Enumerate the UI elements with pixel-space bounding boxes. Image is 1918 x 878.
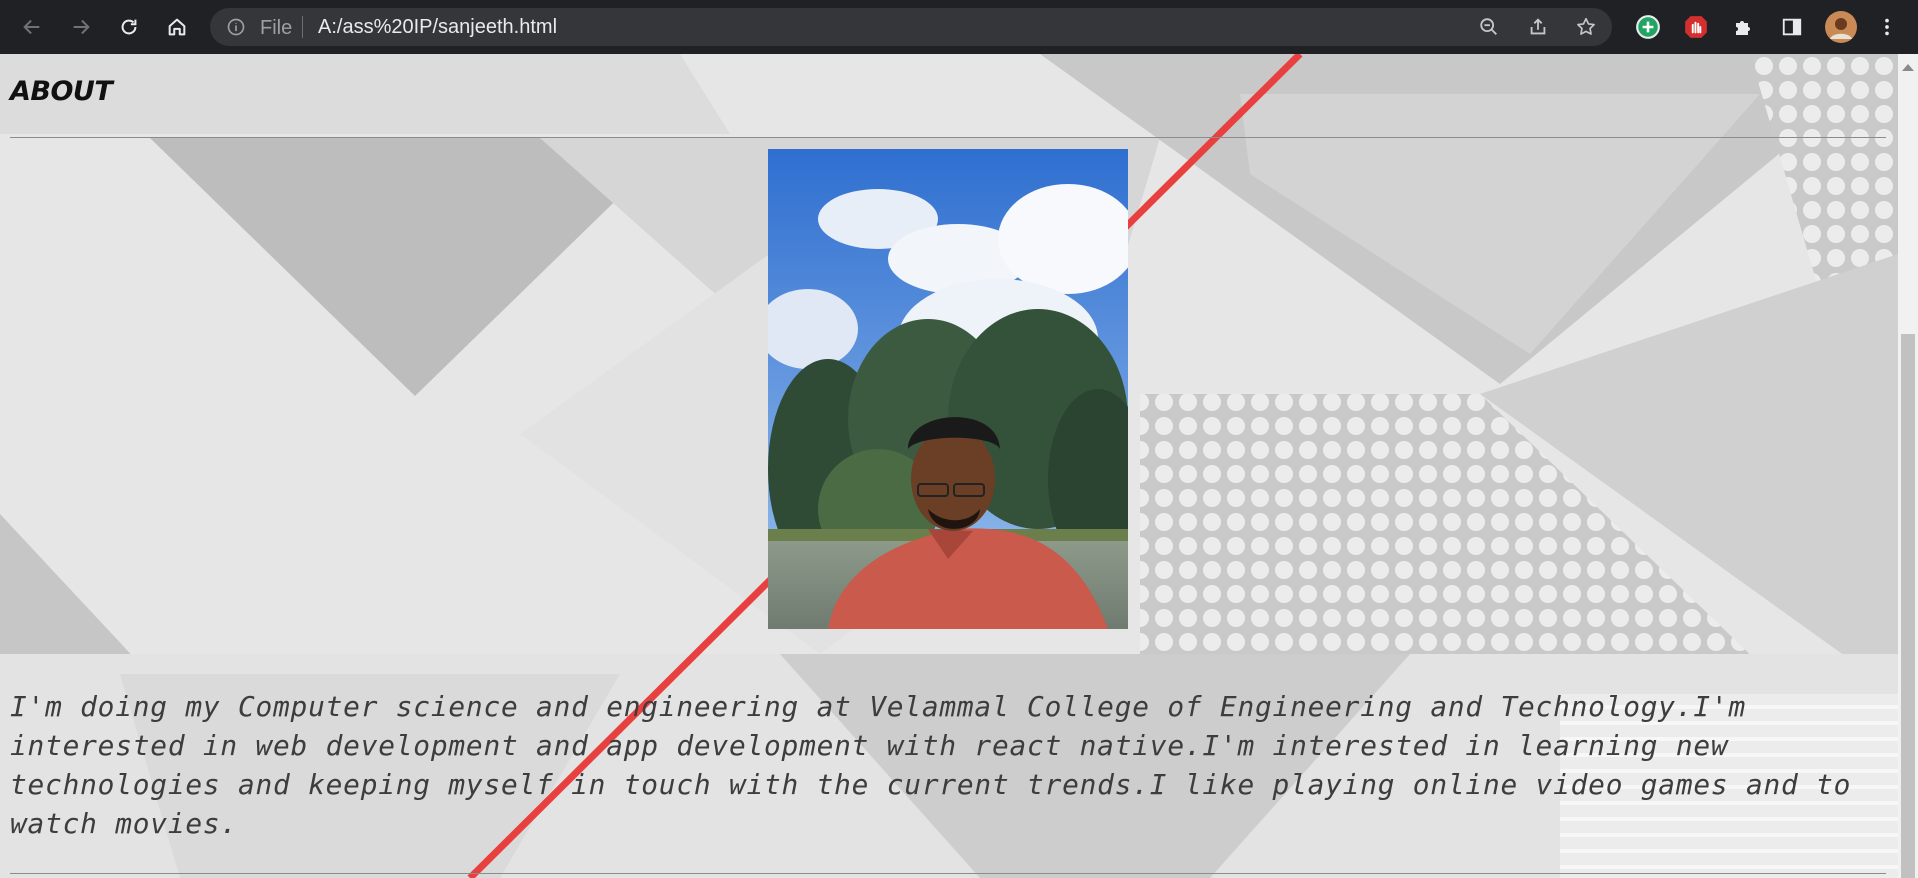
red-stop-hand-extension-icon — [1685, 16, 1707, 38]
forward-button[interactable] — [66, 12, 96, 42]
address-bar[interactable]: File A:/ass%20IP/sanjeeth.html — [210, 8, 1612, 46]
side-panel-button[interactable] — [1777, 12, 1807, 42]
back-button[interactable] — [17, 12, 47, 42]
browser-toolbar: File A:/ass%20IP/sanjeeth.html — [0, 0, 1918, 54]
side-panel-icon — [1782, 18, 1802, 36]
section-heading: ABOUT — [10, 76, 113, 107]
profile-button[interactable] — [1824, 10, 1858, 44]
profile-photo — [768, 149, 1128, 629]
green-plus-extension-button[interactable] — [1633, 12, 1663, 42]
scrollbar-thumb[interactable] — [1901, 334, 1915, 878]
info-icon[interactable] — [226, 17, 246, 37]
reload-button[interactable] — [114, 12, 144, 42]
back-arrow-icon — [23, 19, 40, 35]
vertical-scrollbar[interactable] — [1898, 54, 1918, 878]
share-icon[interactable] — [1527, 16, 1549, 38]
divider — [302, 16, 303, 38]
scroll-up-arrow-icon[interactable] — [1902, 64, 1914, 71]
stop-hand-extension-button[interactable] — [1681, 12, 1711, 42]
reload-icon — [121, 19, 137, 35]
green-plus-extension-icon — [1636, 15, 1660, 39]
puzzle-extensions-icon — [1736, 21, 1750, 35]
about-paragraph: I'm doing my Computer science and engine… — [10, 690, 1852, 840]
browser-menu-button[interactable] — [1872, 12, 1902, 42]
forward-arrow-icon — [73, 19, 90, 35]
extensions-button[interactable] — [1729, 12, 1759, 42]
kebab-menu-icon — [1885, 18, 1889, 36]
bottom-divider — [10, 873, 1886, 874]
zoom-out-icon[interactable] — [1478, 16, 1500, 38]
url-text[interactable]: A:/ass%20IP/sanjeeth.html — [318, 16, 557, 39]
top-divider — [10, 137, 1886, 138]
bookmark-star-icon[interactable] — [1575, 16, 1597, 38]
home-icon — [168, 18, 186, 36]
home-button[interactable] — [162, 12, 192, 42]
scheme-label: File — [260, 17, 293, 39]
profile-avatar — [1825, 11, 1857, 43]
page-viewport: ABOUT I'm doing my Computer science and … — [0, 54, 1918, 878]
